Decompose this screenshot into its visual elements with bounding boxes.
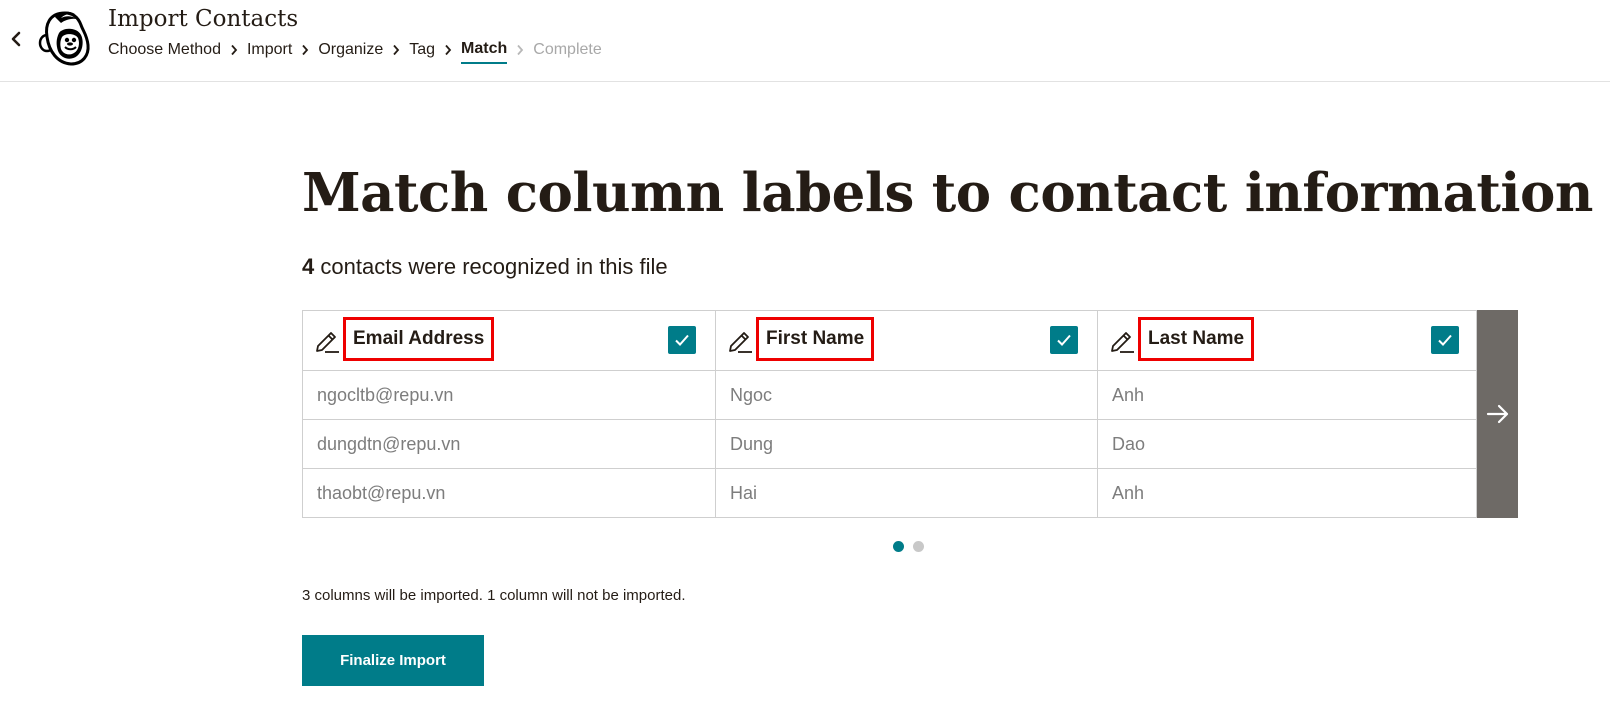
include-column-checkbox[interactable] bbox=[1431, 326, 1459, 354]
chevron-left-icon bbox=[11, 31, 21, 47]
table-cell: Dung bbox=[716, 420, 1097, 469]
column-label-last-name[interactable]: Last Name bbox=[1138, 317, 1255, 361]
column-header: Email Address bbox=[303, 311, 715, 371]
table-cell: thaobt@repu.vn bbox=[317, 482, 446, 503]
column-label-first-name[interactable]: First Name bbox=[756, 317, 875, 361]
include-column-checkbox[interactable] bbox=[1050, 326, 1078, 354]
table-cell: Anh bbox=[1098, 371, 1476, 420]
next-columns-button[interactable] bbox=[1477, 310, 1518, 518]
checkmark-icon bbox=[1057, 334, 1071, 346]
column-last-name: Last Name Anh Dao Anh bbox=[1098, 311, 1476, 517]
arrow-right-icon bbox=[1486, 404, 1508, 424]
table-cell: ngocltb@repu.vn bbox=[303, 371, 715, 420]
column-header: Last Name bbox=[1098, 311, 1476, 371]
pagination-dot-2[interactable] bbox=[913, 541, 924, 552]
page-title: Match column labels to contact informati… bbox=[302, 162, 1593, 224]
column-header: First Name bbox=[716, 311, 1097, 371]
pagination-dots bbox=[893, 541, 924, 552]
recognized-contacts-text: 4 contacts were recognized in this file bbox=[302, 254, 668, 280]
breadcrumb: Choose Method Import Organize Tag Match … bbox=[108, 38, 602, 64]
breadcrumb-tag[interactable]: Tag bbox=[409, 39, 435, 63]
contact-count: 4 bbox=[302, 254, 315, 279]
pencil-edit-icon[interactable] bbox=[726, 328, 754, 356]
table-cell: Hai bbox=[730, 482, 758, 503]
checkmark-icon bbox=[675, 334, 689, 346]
column-first-name: First Name Ngoc Dung Hai bbox=[716, 311, 1098, 517]
table-cell: Ngoc bbox=[716, 371, 1097, 420]
app-title: Import Contacts bbox=[108, 6, 299, 32]
chevron-right-icon bbox=[435, 44, 461, 58]
recognized-label: contacts were recognized in this file bbox=[320, 254, 668, 279]
table-cell: Anh bbox=[1112, 482, 1145, 503]
pencil-edit-icon[interactable] bbox=[1108, 328, 1136, 356]
breadcrumb-import[interactable]: Import bbox=[247, 39, 292, 63]
chevron-right-icon bbox=[383, 44, 409, 58]
mailchimp-logo bbox=[38, 11, 90, 66]
back-button[interactable] bbox=[6, 28, 26, 50]
pencil-edit-icon[interactable] bbox=[313, 328, 341, 356]
breadcrumb-organize[interactable]: Organize bbox=[318, 39, 383, 63]
top-bar: Import Contacts Choose Method Import Org… bbox=[0, 0, 1610, 82]
column-match-table: Email Address ngocltb@repu.vn dungdtn@re… bbox=[302, 310, 1477, 518]
column-email-address: Email Address ngocltb@repu.vn dungdtn@re… bbox=[303, 311, 716, 517]
finalize-import-button[interactable]: Finalize Import bbox=[302, 635, 484, 686]
chevron-right-icon bbox=[507, 44, 533, 58]
pagination-dot-1[interactable] bbox=[893, 541, 904, 552]
table-cell: dungdtn@repu.vn bbox=[303, 420, 715, 469]
breadcrumb-choose-method[interactable]: Choose Method bbox=[108, 39, 221, 63]
checkmark-icon bbox=[1438, 334, 1452, 346]
import-summary: 3 columns will be imported. 1 column wil… bbox=[302, 587, 686, 604]
table-cell: Dao bbox=[1098, 420, 1476, 469]
breadcrumb-complete: Complete bbox=[533, 41, 602, 58]
column-label-email-address[interactable]: Email Address bbox=[343, 317, 495, 361]
breadcrumb-match[interactable]: Match bbox=[461, 38, 508, 64]
chevron-right-icon bbox=[221, 44, 247, 58]
chevron-right-icon bbox=[292, 44, 318, 58]
include-column-checkbox[interactable] bbox=[668, 326, 696, 354]
